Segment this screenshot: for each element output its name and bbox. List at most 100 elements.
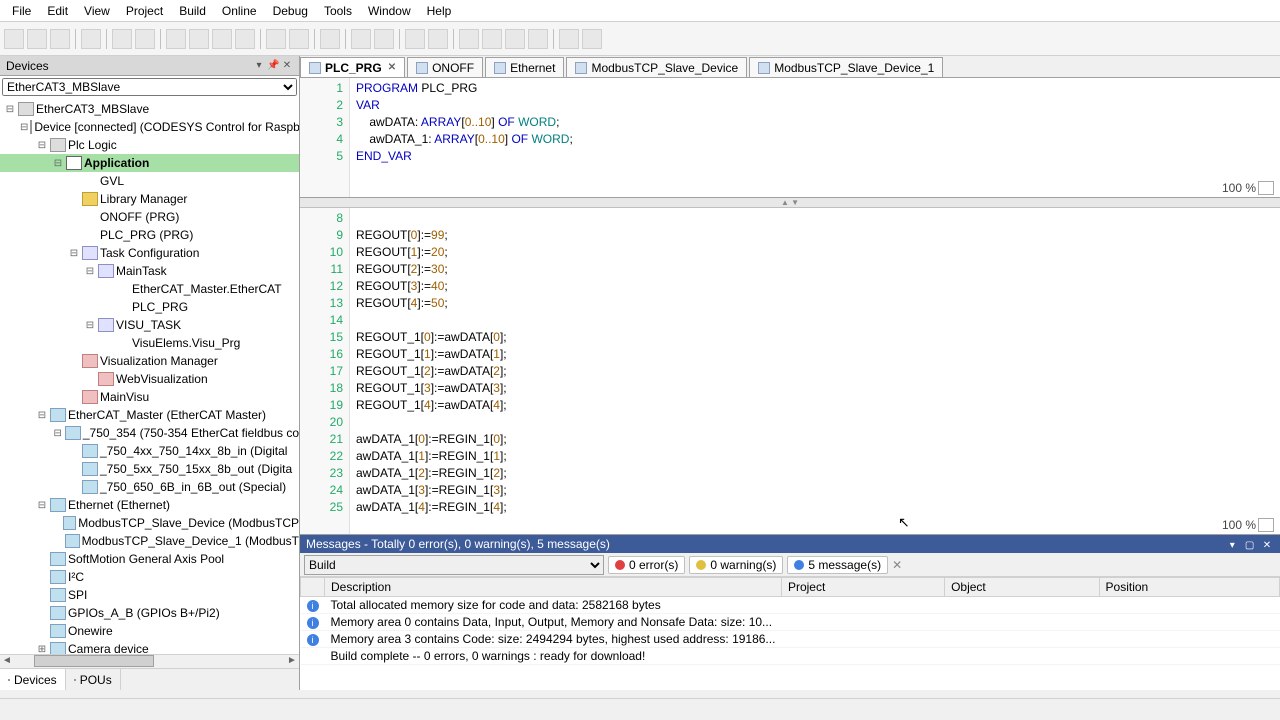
zoom-impl[interactable]: 100 % bbox=[1222, 518, 1274, 532]
ethercat-master[interactable]: ⊟EtherCAT_Master (EtherCAT Master) bbox=[0, 406, 299, 424]
tree-hscroll[interactable]: ◄► bbox=[0, 654, 299, 668]
find-icon[interactable] bbox=[266, 29, 286, 49]
minimize-icon[interactable]: ▾ bbox=[1225, 540, 1239, 551]
onoff-prg[interactable]: ONOFF (PRG) bbox=[0, 208, 299, 226]
menu-tools[interactable]: Tools bbox=[316, 2, 360, 20]
message-row[interactable]: Build complete -- 0 errors, 0 warnings :… bbox=[301, 648, 1280, 665]
gpios[interactable]: GPIOs_A_B (GPIOs B+/Pi2) bbox=[0, 604, 299, 622]
webvis[interactable]: WebVisualization bbox=[0, 370, 299, 388]
ethernet[interactable]: ⊟Ethernet (Ethernet) bbox=[0, 496, 299, 514]
project-root[interactable]: ⊟EtherCAT3_MBSlave bbox=[0, 100, 299, 118]
menu-help[interactable]: Help bbox=[419, 2, 460, 20]
copy-icon[interactable] bbox=[189, 29, 209, 49]
pin-icon[interactable]: 📌 bbox=[267, 60, 279, 72]
expand-icon[interactable]: ⊟ bbox=[36, 500, 48, 511]
zoom-decl[interactable]: 100 % bbox=[1222, 181, 1274, 195]
visuelems[interactable]: VisuElems.Visu_Prg bbox=[0, 334, 299, 352]
stepout-icon[interactable] bbox=[505, 29, 525, 49]
login-icon[interactable] bbox=[351, 29, 371, 49]
watch-icon[interactable] bbox=[582, 29, 602, 49]
cut-icon[interactable] bbox=[166, 29, 186, 49]
expand-icon[interactable]: ⊟ bbox=[84, 266, 96, 277]
messages-table[interactable]: DescriptionProjectObjectPosition iTotal … bbox=[300, 577, 1280, 690]
plcprg-task[interactable]: PLC_PRG bbox=[0, 298, 299, 316]
declaration-editor[interactable]: 12345 PROGRAM PLC_PRGVAR awDATA: ARRAY[0… bbox=[300, 78, 1280, 198]
errors-pill[interactable]: 0 error(s) bbox=[608, 556, 685, 574]
menu-file[interactable]: File bbox=[4, 2, 39, 20]
dropdown-icon[interactable]: ▾ bbox=[253, 60, 265, 72]
i2c[interactable]: I²C bbox=[0, 568, 299, 586]
expand-icon[interactable]: ⊟ bbox=[52, 428, 63, 439]
start-icon[interactable] bbox=[405, 29, 425, 49]
close-icon[interactable]: ✕ bbox=[281, 60, 293, 72]
logout-icon[interactable] bbox=[374, 29, 394, 49]
modbus2[interactable]: ModbusTCP_Slave_Device_1 (ModbusT bbox=[0, 532, 299, 550]
menu-window[interactable]: Window bbox=[360, 2, 419, 20]
redo-icon[interactable] bbox=[135, 29, 155, 49]
magnify-icon[interactable] bbox=[1258, 181, 1274, 195]
vis-manager[interactable]: Visualization Manager bbox=[0, 352, 299, 370]
750-4xx[interactable]: _750_4xx_750_14xx_8b_in (Digital bbox=[0, 442, 299, 460]
tab-plc_prg[interactable]: PLC_PRG✕ bbox=[300, 57, 405, 77]
tab-ethernet[interactable]: Ethernet bbox=[485, 57, 564, 77]
menu-project[interactable]: Project bbox=[118, 2, 171, 20]
col-description[interactable]: Description bbox=[325, 578, 782, 597]
menu-build[interactable]: Build bbox=[171, 2, 214, 20]
750-650[interactable]: _750_650_6B_in_6B_out (Special) bbox=[0, 478, 299, 496]
delete-icon[interactable] bbox=[235, 29, 255, 49]
clear-icon[interactable]: ✕ bbox=[892, 558, 902, 572]
close-icon[interactable]: ✕ bbox=[1260, 540, 1274, 551]
device-tree[interactable]: ⊟EtherCAT3_MBSlave⊟Device [connected] (C… bbox=[0, 98, 299, 654]
message-row[interactable]: iTotal allocated memory size for code an… bbox=[301, 597, 1280, 614]
menu-debug[interactable]: Debug bbox=[265, 2, 316, 20]
implementation-editor[interactable]: 8910111213141516171819202122232425 REGOU… bbox=[300, 208, 1280, 534]
plc-prg[interactable]: PLC_PRG (PRG) bbox=[0, 226, 299, 244]
col-project[interactable]: Project bbox=[781, 578, 944, 597]
magnify-icon[interactable] bbox=[1258, 518, 1274, 532]
application[interactable]: ⊟Application bbox=[0, 154, 299, 172]
tab-modbustcp_slave_device_1[interactable]: ModbusTCP_Slave_Device_1 bbox=[749, 57, 943, 77]
new-icon[interactable] bbox=[4, 29, 24, 49]
messages-pill[interactable]: 5 message(s) bbox=[787, 556, 888, 574]
stepinto-icon[interactable] bbox=[528, 29, 548, 49]
menu-view[interactable]: View bbox=[76, 2, 118, 20]
editor-splitter[interactable]: ▲ ▼ bbox=[300, 198, 1280, 208]
onewire[interactable]: Onewire bbox=[0, 622, 299, 640]
replace-icon[interactable] bbox=[289, 29, 309, 49]
expand-icon[interactable]: ⊟ bbox=[68, 248, 80, 259]
expand-icon[interactable]: ⊟ bbox=[52, 158, 64, 169]
menu-online[interactable]: Online bbox=[214, 2, 265, 20]
restore-icon[interactable]: ▢ bbox=[1243, 540, 1257, 551]
maintask[interactable]: ⊟MainTask bbox=[0, 262, 299, 280]
devtab-devices[interactable]: Devices bbox=[0, 669, 66, 690]
gvl[interactable]: GVL bbox=[0, 172, 299, 190]
build-icon[interactable] bbox=[320, 29, 340, 49]
project-selector[interactable]: EtherCAT3_MBSlave bbox=[2, 78, 297, 96]
spi[interactable]: SPI bbox=[0, 586, 299, 604]
undo-icon[interactable] bbox=[112, 29, 132, 49]
camera[interactable]: ⊞Camera device bbox=[0, 640, 299, 654]
expand-icon[interactable]: ⊟ bbox=[36, 140, 48, 151]
expand-icon[interactable]: ⊟ bbox=[20, 122, 28, 133]
breakpoint-icon[interactable] bbox=[559, 29, 579, 49]
open-icon[interactable] bbox=[27, 29, 47, 49]
tab-close-icon[interactable]: ✕ bbox=[388, 62, 396, 73]
warnings-pill[interactable]: 0 warning(s) bbox=[689, 556, 783, 574]
softmotion[interactable]: SoftMotion General Axis Pool bbox=[0, 550, 299, 568]
message-row[interactable]: iMemory area 0 contains Data, Input, Out… bbox=[301, 614, 1280, 631]
750-354[interactable]: ⊟_750_354 (750-354 EtherCat fieldbus co bbox=[0, 424, 299, 442]
col-object[interactable]: Object bbox=[945, 578, 1099, 597]
devtab-pous[interactable]: POUs bbox=[66, 669, 121, 690]
message-row[interactable]: iMemory area 3 contains Code: size: 2494… bbox=[301, 631, 1280, 648]
stop-icon[interactable] bbox=[428, 29, 448, 49]
device[interactable]: ⊟Device [connected] (CODESYS Control for… bbox=[0, 118, 299, 136]
expand-icon[interactable]: ⊟ bbox=[84, 320, 96, 331]
col-position[interactable]: Position bbox=[1099, 578, 1279, 597]
plc-logic[interactable]: ⊟Plc Logic bbox=[0, 136, 299, 154]
stepover-icon[interactable] bbox=[482, 29, 502, 49]
paste-icon[interactable] bbox=[212, 29, 232, 49]
expand-icon[interactable]: ⊟ bbox=[36, 410, 48, 421]
step-icon[interactable] bbox=[459, 29, 479, 49]
mainvisu[interactable]: MainVisu bbox=[0, 388, 299, 406]
task-config[interactable]: ⊟Task Configuration bbox=[0, 244, 299, 262]
